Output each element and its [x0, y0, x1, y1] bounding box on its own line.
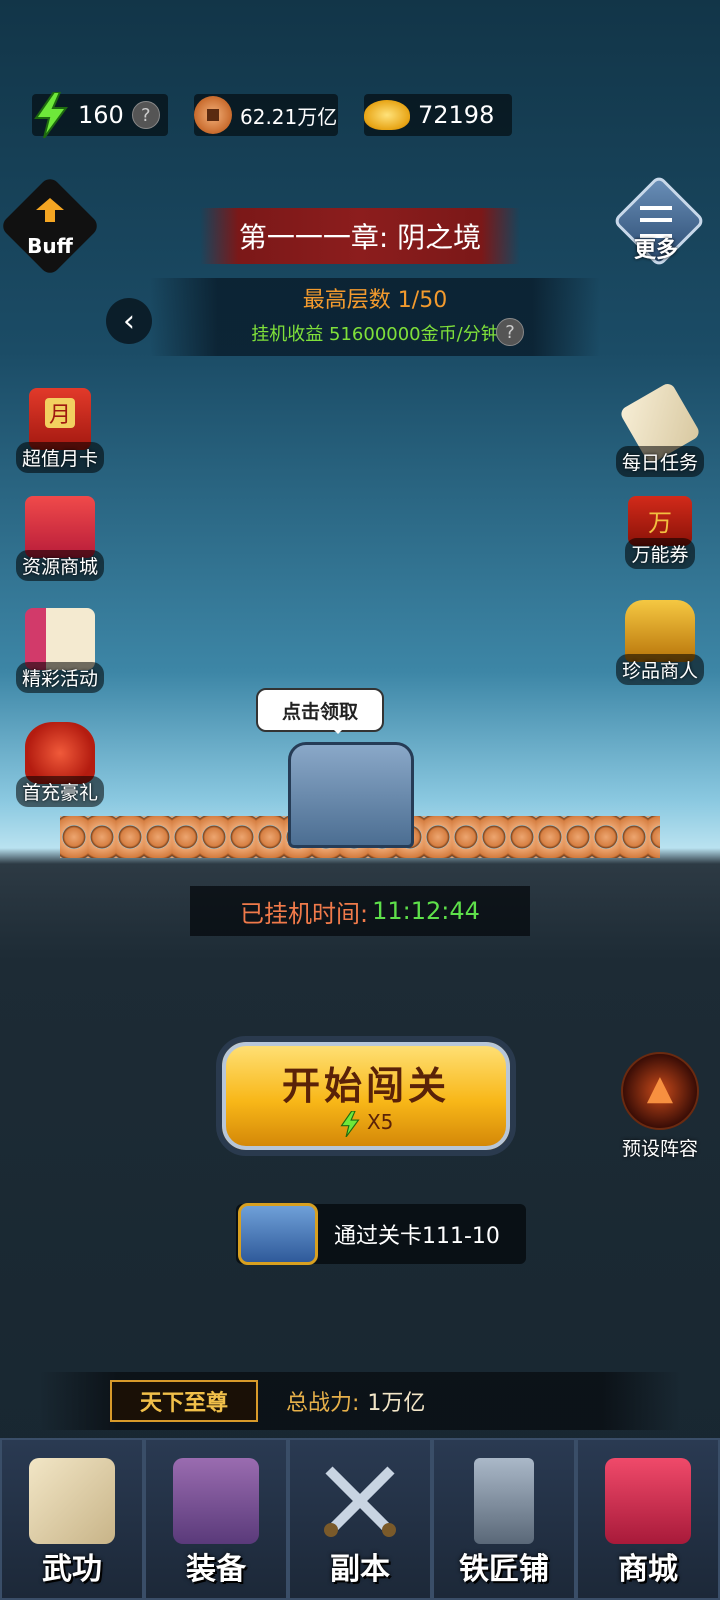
monthly-card-badge: 月	[45, 398, 75, 428]
idle-time-panel: 已挂机时间: 11:12:44	[190, 886, 530, 936]
tab-dungeon-label: 副本	[330, 1552, 390, 1587]
stage-reward-text: 通过关卡111-10	[334, 1224, 500, 1249]
voucher-badge: 万	[648, 508, 672, 537]
monthly-card-label: 超值月卡	[15, 442, 104, 473]
tab-martial-arts[interactable]: 武功	[0, 1438, 144, 1600]
events-label: 精彩活动	[15, 662, 104, 693]
rank-title[interactable]: 天下至尊	[110, 1380, 258, 1422]
start-cost-value: X5	[366, 1110, 394, 1135]
copper-coin-icon	[194, 96, 232, 134]
idle-income: 挂机收益 51600000金币/分钟	[251, 324, 499, 345]
tab-shop-label: 商城	[618, 1552, 678, 1587]
start-challenge-button[interactable]: 开始闯关 X5	[216, 1036, 516, 1156]
resource-shop-label: 资源商城	[15, 550, 104, 581]
energy-counter: 160 ?	[32, 92, 168, 138]
universal-voucher-label: 万能券	[625, 538, 695, 569]
idle-time-label: 已挂机时间:	[240, 899, 369, 928]
triangle-emblem-icon	[621, 1052, 699, 1130]
back-arrow-button[interactable]: ‹	[106, 298, 152, 344]
energy-help-button[interactable]: ?	[131, 101, 160, 129]
total-power-value: 1万亿	[367, 1391, 426, 1416]
lightning-icon	[340, 1110, 360, 1138]
lightning-icon	[34, 92, 68, 138]
tab-dungeon[interactable]: 副本	[288, 1438, 432, 1600]
power-bar: 天下至尊 总战力: 1万亿	[40, 1372, 680, 1430]
buff-label: Buff	[27, 234, 73, 258]
monthly-card-icon: 月	[29, 388, 91, 450]
stage-info: 最高层数 1/50 挂机收益 51600000金币/分钟 ?	[150, 278, 600, 356]
more-button[interactable]: 更多	[612, 174, 706, 268]
tab-martial-arts-label: 武功	[42, 1552, 102, 1587]
monthly-card-button[interactable]: 月 超值月卡	[8, 388, 112, 473]
bottom-nav: 武功 装备 副本 铁匠铺 商城	[0, 1438, 720, 1600]
tab-equipment-label: 装备	[186, 1552, 246, 1587]
hammer-icon	[474, 1458, 534, 1544]
golden-chest-icon	[625, 600, 695, 662]
copper-counter: 62.21万亿	[194, 94, 338, 136]
daily-tasks-button[interactable]: 每日任务	[608, 381, 712, 477]
up-arrow-icon	[36, 198, 64, 222]
treasure-merchant-label: 珍品商人	[615, 654, 704, 685]
scroll-book-icon	[25, 608, 95, 670]
income-help-button[interactable]: ?	[496, 318, 524, 346]
events-button[interactable]: 精彩活动	[8, 608, 112, 693]
tab-shop[interactable]: 商城	[576, 1438, 720, 1600]
universal-voucher-button[interactable]: 万 万能券	[608, 496, 712, 569]
tab-blacksmith-label: 铁匠铺	[459, 1552, 549, 1587]
more-label: 更多	[633, 238, 678, 263]
idle-treasure-chest[interactable]	[288, 742, 414, 848]
chapter-title: 第一一一章: 阴之境	[200, 208, 520, 264]
gift-box-icon	[605, 1458, 691, 1544]
total-power-label: 总战力:	[286, 1391, 360, 1416]
idle-time-value: 11:12:44	[372, 897, 480, 925]
buff-button[interactable]	[0, 175, 101, 277]
tab-equipment[interactable]: 装备	[144, 1438, 288, 1600]
armor-icon	[173, 1458, 259, 1544]
blue-chest-icon	[238, 1203, 318, 1265]
preset-lineup-label: 预设阵容	[621, 1138, 698, 1160]
energy-value: 160	[78, 101, 124, 129]
ingot-value: 72198	[418, 101, 495, 129]
crossed-swords-icon	[324, 1466, 396, 1537]
start-challenge-label: 开始闯关	[281, 1064, 450, 1109]
preset-lineup-button[interactable]: 预设阵容	[610, 1052, 710, 1161]
tab-blacksmith[interactable]: 铁匠铺	[432, 1438, 576, 1600]
stage-reward[interactable]: 通过关卡111-10	[236, 1203, 526, 1265]
claim-bubble[interactable]: 点击领取	[256, 688, 384, 734]
first-recharge-label: 首充豪礼	[15, 776, 104, 807]
treasure-merchant-button[interactable]: 珍品商人	[608, 600, 712, 685]
max-floor: 最高层数 1/50	[302, 288, 448, 313]
gift-box-icon	[25, 496, 95, 558]
copper-value: 62.21万亿	[240, 104, 338, 129]
first-recharge-button[interactable]: 首充豪礼	[8, 722, 112, 807]
daily-tasks-label: 每日任务	[615, 446, 704, 477]
ingot-counter: 72198	[364, 94, 512, 136]
resource-shop-button[interactable]: 资源商城	[8, 496, 112, 581]
money-bag-icon	[25, 722, 95, 784]
start-cost: X5	[339, 1110, 394, 1138]
scroll-icon	[29, 1458, 115, 1544]
gold-ingot-icon	[364, 100, 410, 130]
